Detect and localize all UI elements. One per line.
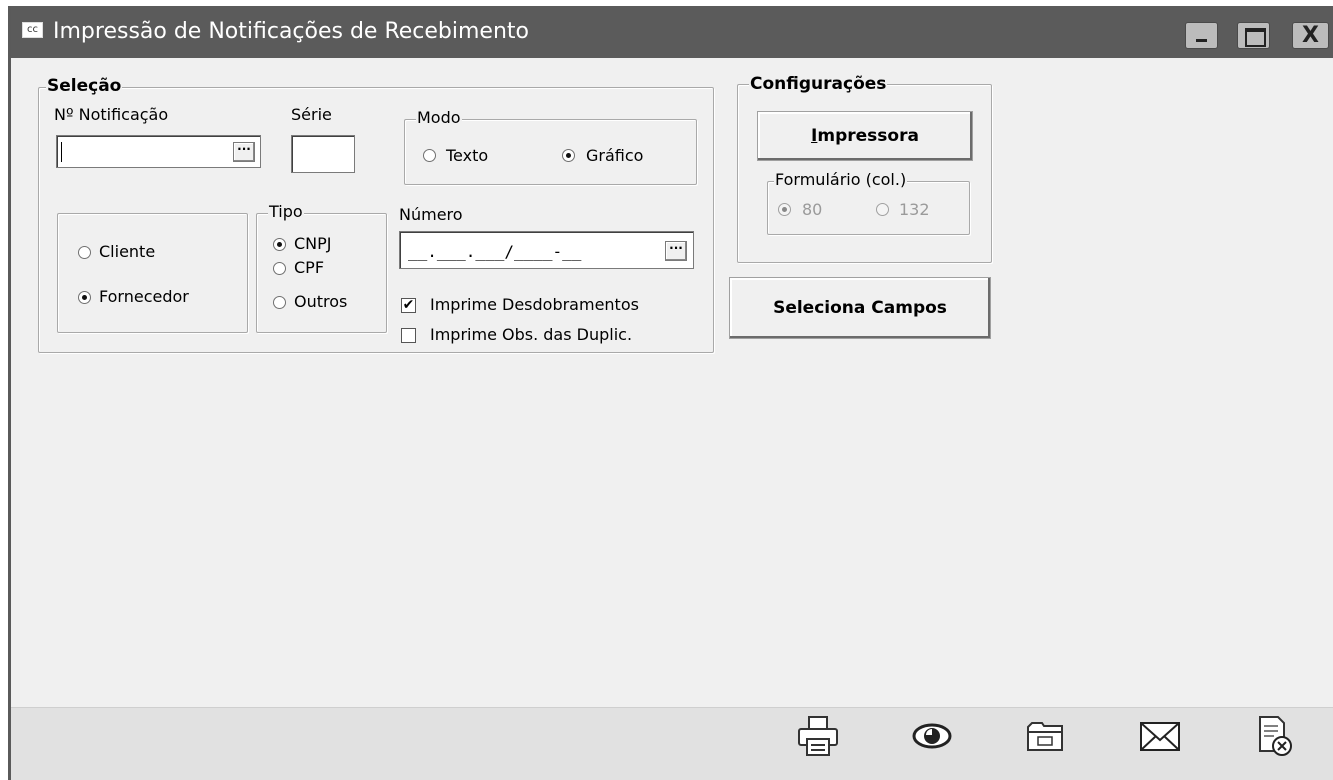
title-bar[interactable]: cc Impressão de Notificações de Recebime… [11, 6, 1333, 58]
entidade-group [57, 213, 248, 333]
modo-grafico-radio[interactable] [562, 149, 575, 162]
numero-input[interactable]: __.___.___/____-__ ··· [399, 231, 694, 269]
eye-icon[interactable] [909, 713, 955, 759]
formulario-legend: Formulário (col.) [774, 170, 908, 189]
dialog-window: cc Impressão de Notificações de Recebime… [8, 6, 1333, 780]
app-icon: cc [22, 22, 43, 38]
maximize-button[interactable] [1237, 22, 1270, 49]
close-icon: X [1302, 23, 1319, 48]
tipo-cpf-radio[interactable] [273, 262, 286, 275]
tipo-outros-label[interactable]: Outros [294, 294, 347, 310]
desdobramentos-label[interactable]: Imprime Desdobramentos [430, 297, 639, 313]
numero-label: Número [399, 205, 463, 224]
formulario-group [767, 181, 970, 235]
tipo-cpf-label[interactable]: CPF [294, 260, 324, 276]
cliente-label[interactable]: Cliente [99, 244, 155, 260]
serie-label: Série [291, 105, 332, 124]
modo-grafico-label[interactable]: Gráfico [586, 148, 643, 164]
formulario-132-radio[interactable] [876, 203, 889, 216]
formulario-80-radio[interactable] [778, 203, 791, 216]
text-caret [61, 142, 62, 162]
printer-icon[interactable] [795, 713, 841, 759]
serie-input[interactable] [291, 135, 355, 173]
obs-duplic-label[interactable]: Imprime Obs. das Duplic. [430, 327, 632, 343]
minimize-button[interactable] [1185, 22, 1218, 49]
notificacao-label: Nº Notificação [54, 105, 169, 124]
modo-texto-label[interactable]: Texto [446, 148, 488, 164]
folder-icon[interactable] [1022, 713, 1068, 759]
tipo-legend: Tipo [268, 202, 304, 221]
cliente-radio[interactable] [78, 246, 91, 259]
close-button[interactable]: X [1292, 22, 1329, 49]
notificacao-lookup-button[interactable]: ··· [233, 142, 255, 162]
modo-legend: Modo [416, 108, 462, 127]
configuracoes-legend: Configurações [749, 74, 888, 94]
obs-duplic-checkbox[interactable] [401, 328, 416, 343]
impressora-button[interactable]: Impressora [757, 111, 973, 161]
tipo-cnpj-label[interactable]: CNPJ [294, 236, 332, 252]
seleciona-campos-button[interactable]: Seleciona Campos [729, 277, 991, 339]
selecao-legend: Seleção [46, 76, 123, 96]
impressora-button-rest: mpressora [817, 126, 919, 146]
notificacao-input[interactable]: ··· [56, 135, 261, 168]
desdobramentos-checkbox[interactable]: ✔ [401, 298, 416, 313]
bottom-toolbar [11, 707, 1333, 780]
numero-lookup-button[interactable]: ··· [665, 241, 687, 261]
fornecedor-label[interactable]: Fornecedor [99, 289, 189, 305]
numero-mask-text: __.___.___/____-__ [408, 242, 582, 261]
fornecedor-radio[interactable] [78, 291, 91, 304]
formulario-132-label[interactable]: 132 [899, 202, 930, 218]
tipo-cnpj-radio[interactable] [273, 238, 286, 251]
formulario-80-label[interactable]: 80 [802, 202, 822, 218]
tipo-outros-radio[interactable] [273, 296, 286, 309]
window-title: Impressão de Notificações de Recebimento [53, 19, 529, 44]
modo-texto-radio[interactable] [423, 149, 436, 162]
document-close-icon[interactable] [1250, 713, 1296, 759]
envelope-icon[interactable] [1137, 713, 1183, 759]
